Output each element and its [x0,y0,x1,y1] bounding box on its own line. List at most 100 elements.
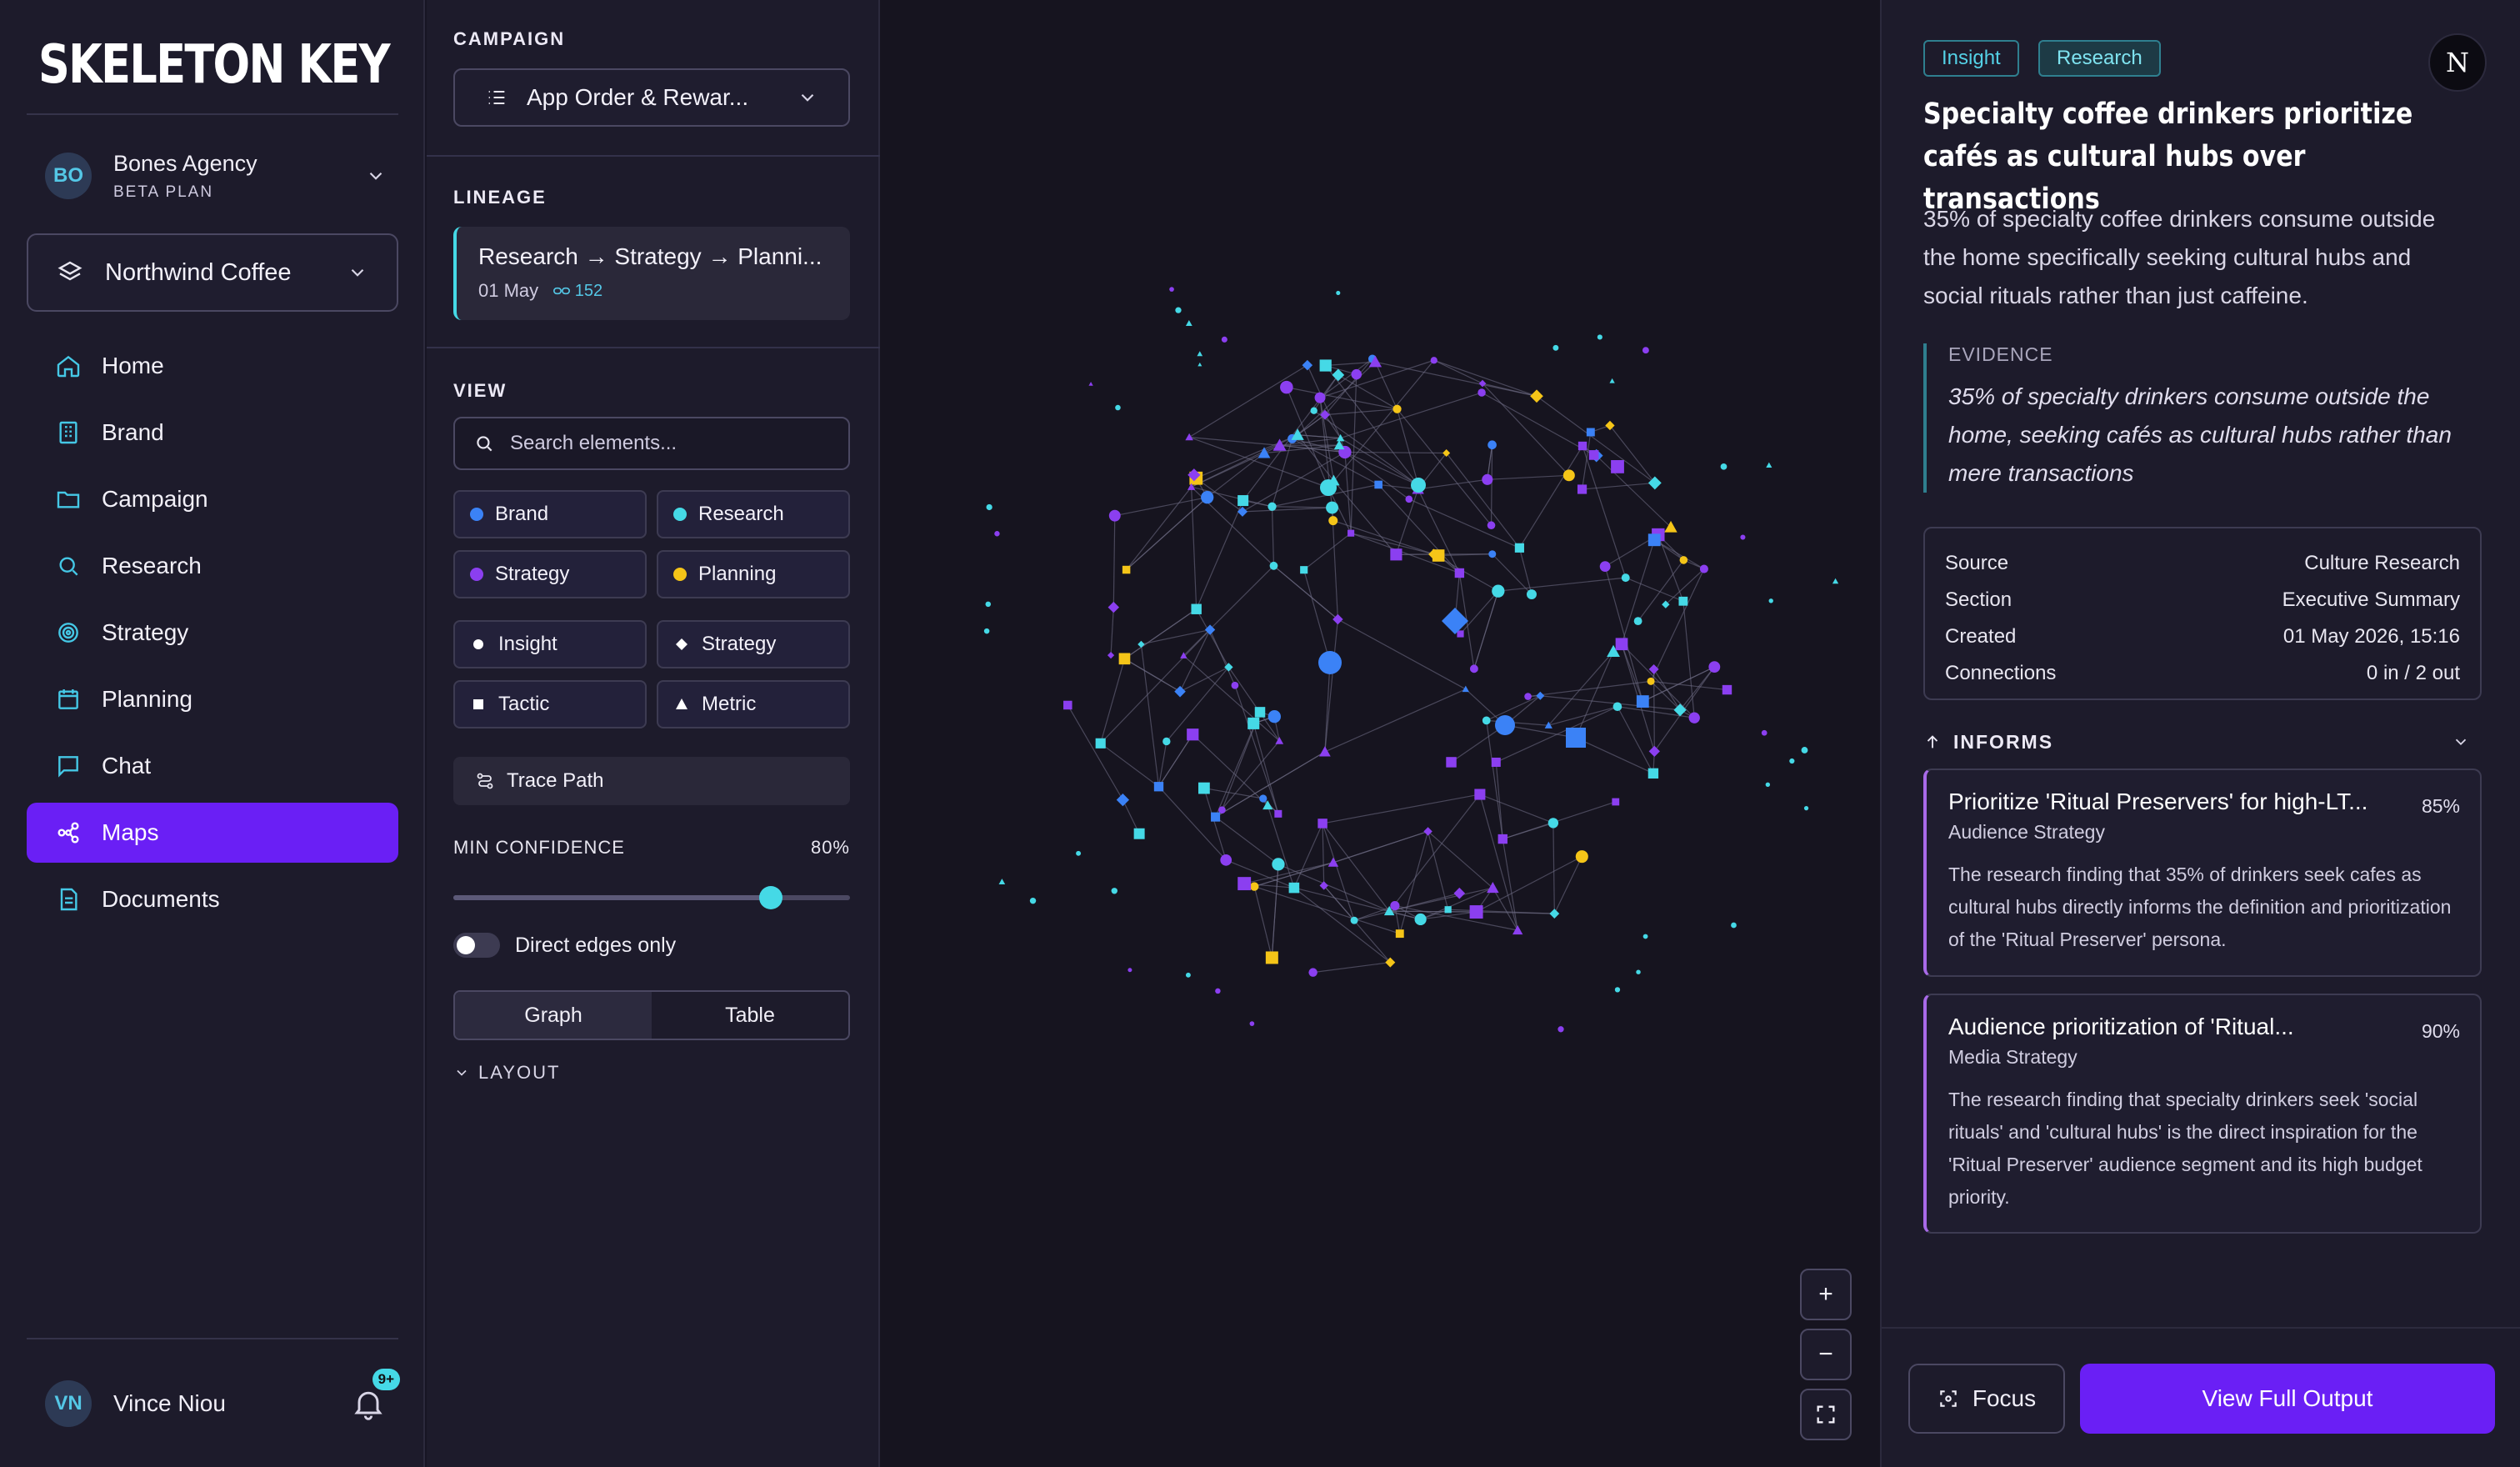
graph-node[interactable] [1678,596,1688,606]
graph-node[interactable] [1259,794,1268,803]
graph-node[interactable] [1462,685,1469,693]
graph-node[interactable] [1731,922,1737,929]
graph-node[interactable] [1469,905,1483,919]
graph-node[interactable] [1249,1021,1255,1026]
zoom-in-button[interactable]: + [1800,1269,1852,1320]
graph-node[interactable] [1238,495,1249,507]
graph-node[interactable] [1328,857,1339,867]
graph-node[interactable] [1390,548,1402,561]
graph-node[interactable] [1128,968,1132,973]
graph-node[interactable] [1405,495,1413,503]
nav-item-planning[interactable]: Planning [27,669,398,729]
graph-node[interactable] [1688,712,1700,723]
graph-node[interactable] [1768,598,1773,603]
graph-node[interactable] [1076,850,1082,856]
lineage-card[interactable]: Research → Strategy → Planni... 01 May 1… [453,227,850,320]
graph-node[interactable] [1191,603,1202,614]
fit-view-button[interactable] [1800,1389,1852,1440]
graph-node[interactable] [1314,392,1326,403]
graph-node[interactable] [1514,543,1524,553]
graph-node[interactable] [1648,768,1659,779]
graph-node[interactable] [1740,534,1746,540]
graph-node[interactable] [994,531,1000,537]
graph-node[interactable] [1492,584,1505,598]
graph-node[interactable] [1648,745,1660,758]
graph-node[interactable] [1599,561,1611,573]
tab-table[interactable]: Table [652,992,848,1039]
graph-node[interactable] [1348,529,1355,537]
graph-node[interactable] [1162,737,1171,746]
graph-node[interactable] [1488,440,1497,450]
graph-node[interactable] [1549,909,1560,919]
graph-node[interactable] [1612,702,1622,712]
graph-node[interactable] [1605,420,1615,431]
graph-node[interactable] [1482,716,1491,725]
graph-node[interactable] [1611,460,1624,473]
nav-item-strategy[interactable]: Strategy [27,603,398,663]
graph-node[interactable] [983,628,990,634]
nav-item-documents[interactable]: Documents [27,869,398,929]
graph-node[interactable] [1175,307,1182,313]
graph-node[interactable] [1115,404,1121,411]
graph-node[interactable] [1765,782,1771,787]
graph-node[interactable] [1636,969,1641,974]
graph-node[interactable] [1111,888,1118,894]
graph-node[interactable] [1457,630,1464,638]
knowledge-graph-canvas[interactable]: + − [880,0,1880,1467]
graph-node[interactable] [1430,357,1438,364]
graph-node[interactable] [1648,476,1662,490]
graph-node[interactable] [1454,568,1465,578]
graph-node[interactable] [1254,707,1266,718]
graph-node[interactable] [1474,789,1486,800]
filter-metric[interactable]: Metric [657,680,850,728]
graph-node[interactable] [1300,566,1308,574]
graph-node[interactable] [1642,347,1649,354]
graph-node[interactable] [1558,1026,1564,1033]
graph-node[interactable] [1621,573,1630,583]
search-elements-input[interactable]: Search elements... [453,417,850,470]
graph-network[interactable] [880,0,1880,1467]
graph-node[interactable] [1029,897,1037,904]
graph-node[interactable] [1328,516,1338,526]
graph-node[interactable] [985,601,992,608]
graph-node[interactable] [1614,987,1621,993]
graph-node[interactable] [1310,407,1318,414]
graph-node[interactable] [1231,681,1239,689]
graph-node[interactable] [1414,913,1427,926]
graph-node[interactable] [1169,287,1174,292]
graph-node[interactable] [1250,882,1259,891]
agency-switcher[interactable]: BO Bones Agency BETA PLAN [45,148,387,203]
graph-node[interactable] [1268,710,1281,723]
confidence-slider[interactable] [453,885,850,912]
graph-node[interactable] [1318,819,1328,829]
graph-node[interactable] [1761,729,1768,736]
graph-node[interactable] [1088,381,1093,386]
graph-node[interactable] [1185,320,1192,327]
informs-card[interactable]: Prioritize 'Ritual Preservers' for high-… [1923,769,2482,977]
graph-node[interactable] [1220,854,1232,866]
graph-node[interactable] [1453,887,1466,899]
graph-node[interactable] [1488,550,1497,558]
layout-section-toggle[interactable]: LAYOUT [453,1062,560,1084]
graph-hub-node[interactable] [1320,479,1337,496]
informs-card[interactable]: Audience prioritization of 'Ritual... 90… [1923,994,2482,1234]
graph-node[interactable] [1268,502,1277,511]
graph-node[interactable] [1432,549,1445,562]
nav-item-research[interactable]: Research [27,536,398,596]
graph-hub-node[interactable] [1442,608,1468,634]
nav-item-maps[interactable]: Maps [27,803,398,863]
graph-node[interactable] [1478,388,1486,397]
filter-brand[interactable]: Brand [453,490,647,538]
graph-node[interactable] [1491,757,1501,767]
graph-node[interactable] [1248,717,1260,729]
graph-node[interactable] [1588,450,1599,460]
graph-node[interactable] [1642,934,1648,939]
graph-node[interactable] [1265,951,1278,964]
graph-node[interactable] [1597,334,1602,340]
graph-node[interactable] [1766,462,1772,468]
graph-node[interactable] [1446,757,1457,768]
graph-node[interactable] [1336,290,1341,295]
graph-hub-node[interactable] [1495,715,1515,735]
graph-node[interactable] [1122,565,1131,574]
graph-node[interactable] [1238,877,1252,891]
